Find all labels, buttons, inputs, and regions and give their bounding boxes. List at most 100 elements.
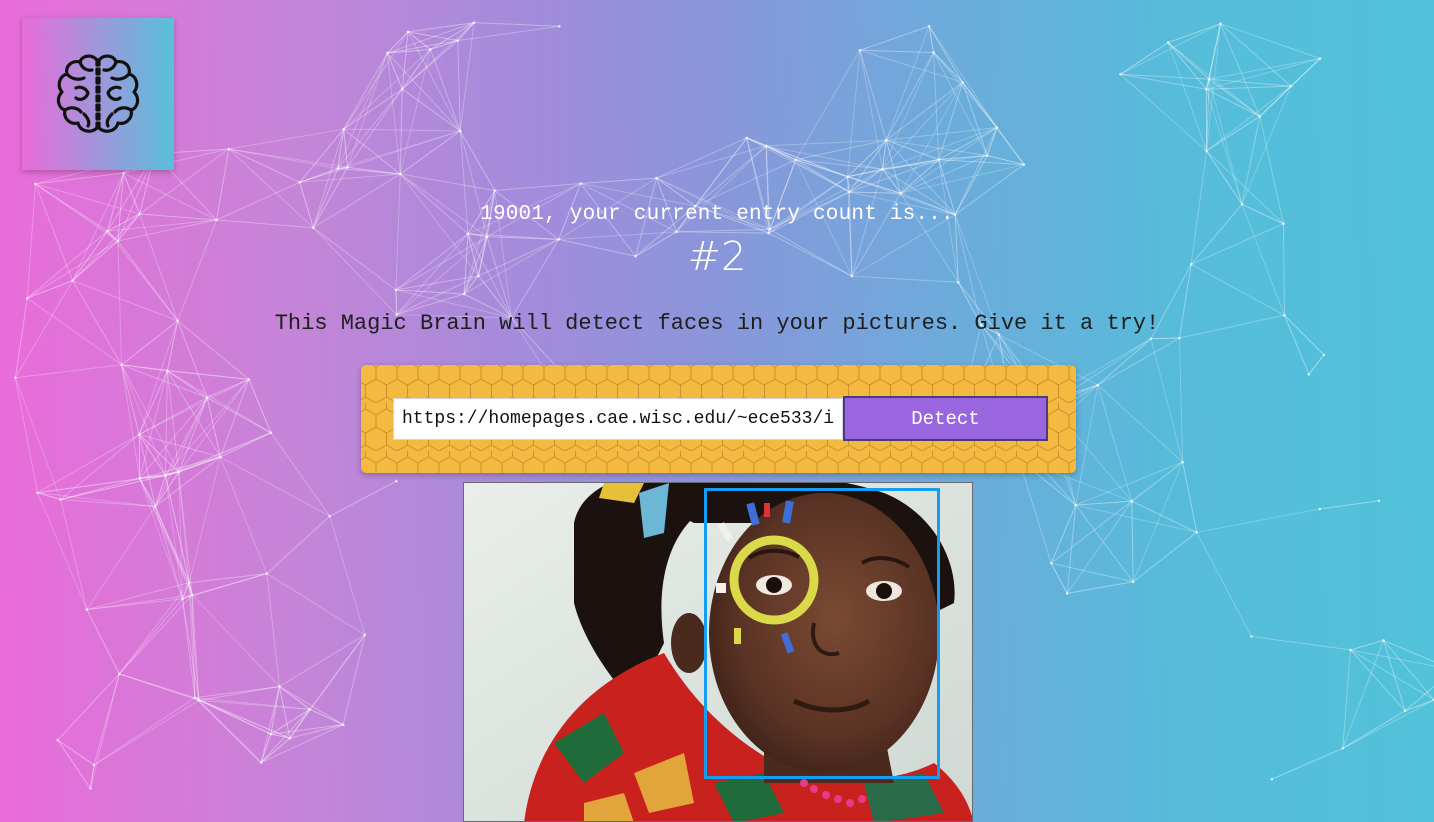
particle-dot [745, 136, 748, 140]
particle-link [299, 173, 401, 183]
particle-dot [288, 736, 292, 740]
particle-link [1206, 150, 1243, 205]
particle-link [1404, 699, 1434, 712]
particle-dot [406, 30, 410, 34]
particle-link [279, 634, 366, 687]
particle-link [1319, 500, 1380, 510]
particle-dot [181, 597, 184, 601]
particle-dot [106, 229, 109, 233]
particle-link [1196, 532, 1252, 637]
particle-dot [1049, 561, 1053, 565]
image-link-form: Detect [361, 365, 1076, 473]
particle-dot [56, 738, 60, 742]
particle-link [1404, 685, 1434, 712]
particle-dot [1205, 87, 1208, 91]
result-image [463, 482, 973, 822]
particle-dot [493, 189, 497, 192]
particle-link [1350, 639, 1384, 651]
brain-icon [56, 54, 140, 133]
particle-dot [1149, 337, 1153, 341]
particle-link [309, 634, 366, 710]
particle-link [407, 22, 475, 33]
particle-dot [881, 167, 884, 171]
particle-dot [177, 470, 180, 474]
particle-link [1220, 23, 1321, 59]
particle-dot [1289, 84, 1293, 88]
particle-dot [1181, 460, 1184, 464]
image-url-input[interactable] [393, 398, 843, 440]
particle-link [57, 739, 91, 789]
particle-link [37, 492, 156, 508]
particle-link [27, 280, 73, 299]
particle-dot [265, 572, 269, 575]
particle-dot [1341, 746, 1345, 750]
particle-link [1097, 384, 1133, 502]
particle-link [457, 40, 461, 131]
logo[interactable] [22, 18, 174, 170]
particle-link [1120, 73, 1207, 152]
particle-link [429, 49, 461, 132]
particle-link [1206, 58, 1321, 90]
particle-link [260, 686, 280, 763]
particle-link [206, 378, 250, 399]
particle-link [386, 52, 401, 175]
particle-link [37, 492, 88, 610]
particle-dot [1307, 373, 1311, 376]
particle-dot [328, 514, 331, 518]
detect-button[interactable]: Detect [843, 396, 1048, 441]
particle-link [57, 739, 95, 766]
particle-dot [247, 378, 251, 381]
particle-link [1167, 23, 1221, 44]
face-bounding-box [704, 488, 940, 779]
particle-dot [1130, 499, 1134, 503]
particle-link [154, 506, 183, 599]
particle-link [329, 516, 366, 635]
particle-link [1350, 649, 1434, 667]
particle-dot [764, 144, 768, 148]
particle-dot [848, 190, 851, 194]
particle-link [859, 49, 934, 53]
particle-link [270, 432, 331, 517]
particle-dot [1322, 353, 1326, 357]
particle-dot [400, 87, 404, 91]
particle-link [167, 370, 272, 434]
particle-link [14, 377, 62, 500]
particle-link [459, 130, 496, 191]
particle-dot [34, 182, 37, 186]
particle-dot [579, 182, 582, 185]
particle-link [1167, 42, 1207, 90]
particle-dot [122, 171, 125, 175]
particle-dot [1178, 336, 1181, 340]
particle-dot [846, 175, 849, 179]
particle-link [343, 52, 388, 130]
particle-link [1219, 23, 1261, 117]
particle-link [192, 573, 267, 596]
particle-link [1132, 531, 1198, 583]
particle-dot [1349, 648, 1352, 652]
particle-link [206, 397, 272, 434]
particle-dot [995, 126, 999, 129]
particle-dot [456, 39, 460, 42]
particle-dot [1022, 163, 1026, 166]
particle-link [191, 594, 280, 687]
particle-dot [269, 732, 273, 736]
particle-link [188, 456, 221, 583]
particle-link [219, 456, 268, 574]
particle-link [676, 228, 770, 233]
particle-dot [1270, 777, 1274, 781]
particle-link [900, 164, 1025, 194]
particle-dot [1207, 77, 1211, 81]
particle-dot [85, 608, 89, 611]
particle-dot [363, 633, 367, 637]
particle-link [139, 456, 221, 479]
particle-link [933, 52, 940, 160]
particle-link [1220, 23, 1292, 87]
particle-link [178, 397, 208, 473]
particle-dot [1205, 149, 1208, 153]
particle-link [1206, 88, 1261, 117]
particle-link [1050, 504, 1077, 564]
particle-link [198, 699, 262, 763]
particle-link [401, 49, 431, 90]
particle-link [1206, 116, 1261, 152]
particle-link [401, 88, 461, 132]
